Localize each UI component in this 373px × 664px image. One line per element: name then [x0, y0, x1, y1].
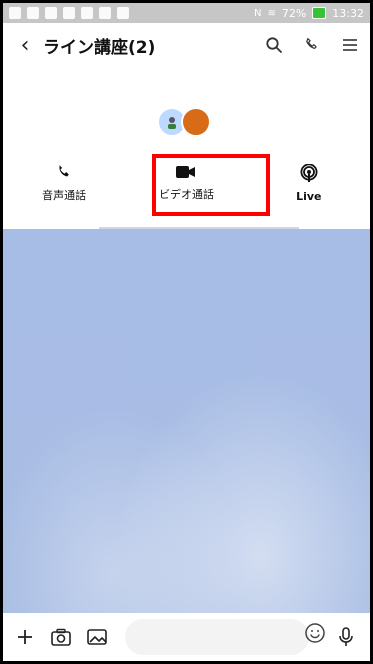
- microphone-icon: [339, 627, 353, 646]
- search-icon: [266, 37, 282, 53]
- chrome-icon: [81, 7, 93, 19]
- chevron-left-icon: ‹: [20, 32, 30, 58]
- phone-icon: [59, 165, 70, 177]
- calendar-icon: [63, 7, 75, 19]
- mail-icon: [27, 7, 39, 19]
- chat-area[interactable]: [3, 229, 370, 613]
- back-button[interactable]: ‹: [13, 32, 37, 58]
- battery-icon: [312, 7, 327, 19]
- live-broadcast-icon: [300, 163, 318, 182]
- notification-icons: [9, 7, 129, 19]
- chrome-icon: [99, 7, 111, 19]
- menu-button[interactable]: [338, 33, 362, 57]
- live-label: Live: [296, 189, 322, 203]
- clock: 13:32: [332, 6, 364, 20]
- person-icon: [167, 117, 176, 129]
- voice-message-button[interactable]: [332, 623, 360, 651]
- composer-actions: [11, 623, 111, 651]
- call-button[interactable]: [300, 33, 324, 57]
- message-icon: [9, 7, 21, 19]
- nfc-icon: N: [253, 7, 262, 19]
- smiley-icon: [305, 623, 325, 643]
- system-status: N ≋ 72% 13:32: [254, 7, 364, 20]
- camera-icon: [51, 628, 71, 646]
- status-bar: N ≋ 72% 13:32: [3, 3, 370, 23]
- image-icon: [87, 629, 107, 645]
- mail-icon: [45, 7, 57, 19]
- search-button[interactable]: [262, 33, 286, 57]
- image-button[interactable]: [83, 623, 111, 651]
- message-input[interactable]: [125, 619, 309, 655]
- phone-icon: [306, 38, 317, 49]
- highlight-box: [152, 154, 270, 216]
- member-avatars: [3, 107, 370, 137]
- avatar: [180, 107, 211, 137]
- emoji-button[interactable]: [303, 621, 327, 645]
- wifi-icon: ≋: [267, 7, 276, 19]
- chrome-icon: [117, 7, 129, 19]
- header-actions: [262, 33, 362, 57]
- plus-icon: [18, 630, 32, 644]
- chat-title: ライン講座(2): [43, 37, 156, 58]
- phone-screen: N ≋ 72% 13:32 ‹ ライン講座(2) 音声通話 ビデオ通話 Live: [0, 0, 373, 664]
- chat-header: ‹ ライン講座(2): [3, 23, 370, 67]
- add-button[interactable]: [11, 623, 39, 651]
- camera-button[interactable]: [47, 623, 75, 651]
- hamburger-icon: [343, 39, 357, 51]
- voice-call-label: 音声通話: [42, 189, 87, 202]
- battery-percent: 72%: [281, 6, 307, 20]
- voice-call-option[interactable]: 音声通話: [3, 159, 125, 207]
